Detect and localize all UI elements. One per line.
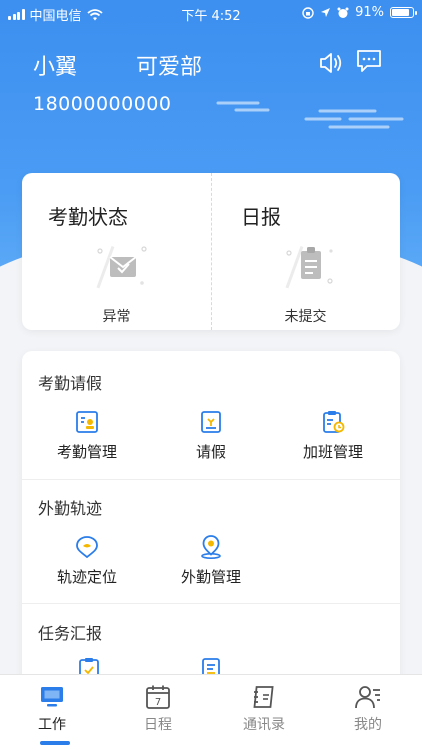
tab-contacts[interactable]: 通讯录 [224,683,304,734]
location-icon [321,8,331,17]
tab-schedule[interactable]: 7 日程 [118,683,198,734]
field-management-icon [201,535,221,559]
section-divider [22,479,400,480]
status-right: 91% [302,5,417,20]
field-management-label: 外勤管理 [180,568,241,586]
bottom-tab-bar: 工作 7 日程 通讯录 我的 [0,674,422,750]
status-bar: 中国电信 下午 4:52 91% [0,0,422,26]
overtime-management-icon [323,411,345,433]
overtime-management-button[interactable]: 加班管理 [278,409,388,462]
user-icon [355,686,380,709]
leave-label: 请假 [195,443,226,461]
section-title-task-report: 任务汇报 [38,624,103,643]
cloud-decoration [216,101,404,129]
track-location-label: 轨迹定位 [56,568,117,586]
user-name: 小翼 [33,55,78,80]
attendance-status-panel[interactable]: 考勤状态 异常 [22,173,211,330]
attendance-management-button[interactable]: 考勤管理 [32,409,142,462]
alarm-icon [337,7,349,18]
tab-schedule-label: 日程 [144,717,172,733]
tab-work[interactable]: 工作 [12,683,92,734]
status-card: 考勤状态 异常 日报 未提交 [22,173,400,330]
speaker-icon[interactable] [318,50,344,76]
function-menu-card: 考勤请假 考勤管理 请假 加班管理 外勤轨迹 轨迹定位 外勤管理 任务汇报 [22,351,400,691]
attendance-status-value: 异常 [102,309,131,325]
user-phone: 18000000000 [33,93,172,115]
attendance-illustration-icon [96,245,147,289]
field-management-button[interactable]: 外勤管理 [156,534,266,587]
tab-mine-label: 我的 [354,717,382,733]
calendar-day-number: 7 [155,697,161,708]
section-title-field-track: 外勤轨迹 [38,499,103,518]
lock-rotation-icon [302,6,314,19]
calendar-icon: 7 [146,685,170,709]
active-tab-indicator [40,741,70,745]
attendance-management-icon [76,411,98,433]
daily-report-title: 日报 [241,205,281,229]
leave-icon [201,411,221,433]
daily-report-panel[interactable]: 日报 未提交 [211,173,400,330]
daily-report-illustration-icon [285,245,333,289]
tab-contacts-label: 通讯录 [243,717,285,733]
overtime-management-label: 加班管理 [302,443,363,461]
battery-icon [390,7,417,18]
daily-report-status-value: 未提交 [284,309,327,325]
app-screen: 中国电信 下午 4:52 91% 小翼 可爱部 18000000000 考勤状态… [0,0,422,750]
monitor-icon [41,687,63,707]
message-icon[interactable] [356,48,382,74]
tab-work-label: 工作 [38,717,66,733]
section-divider [22,603,400,604]
contacts-icon [253,686,274,708]
track-location-icon [76,536,98,559]
track-location-button[interactable]: 轨迹定位 [32,534,142,587]
user-department: 可爱部 [136,55,203,80]
leave-button[interactable]: 请假 [156,409,266,462]
section-title-attendance-leave: 考勤请假 [38,374,103,393]
attendance-management-label: 考勤管理 [56,443,117,461]
battery-percent: 91% [355,5,384,20]
attendance-status-title: 考勤状态 [48,205,128,229]
tab-mine[interactable]: 我的 [328,683,408,734]
